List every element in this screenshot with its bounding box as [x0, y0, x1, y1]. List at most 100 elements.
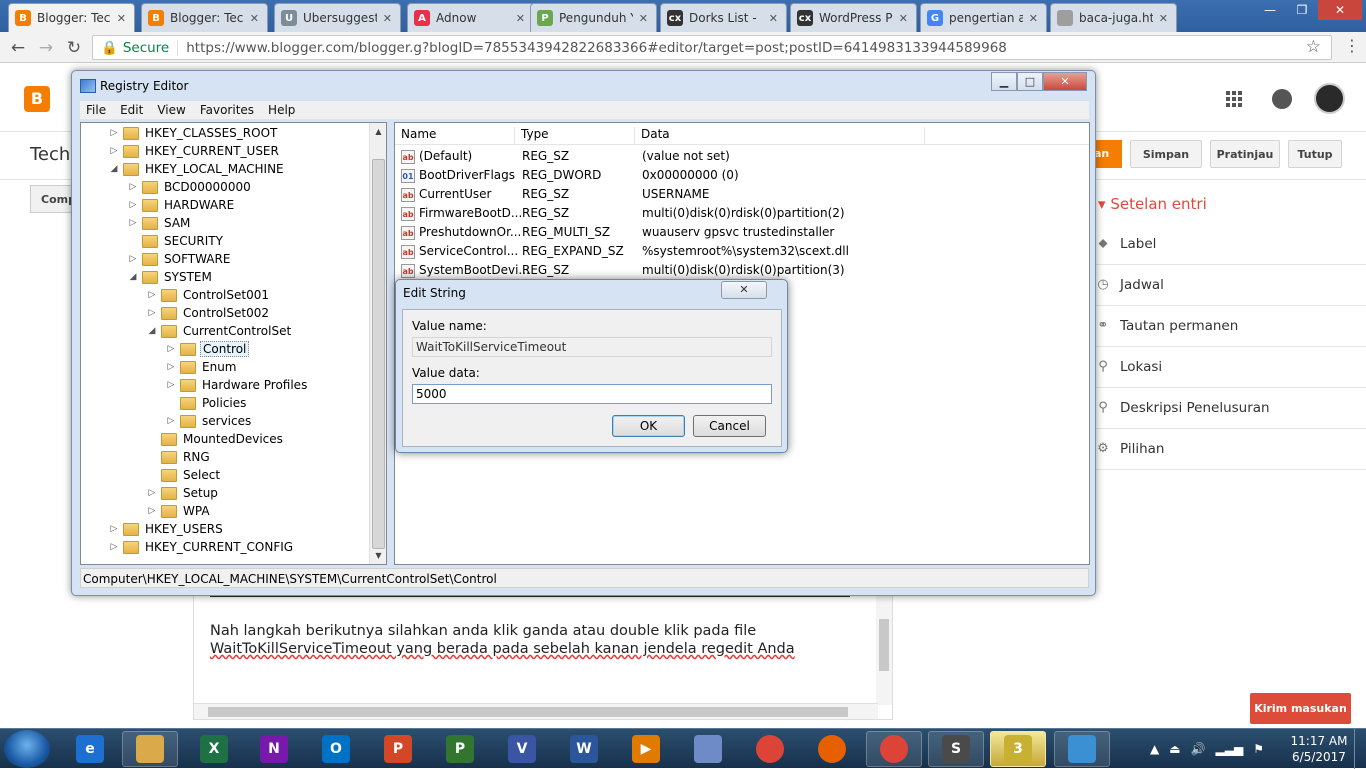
- expand-arrow-icon[interactable]: ▷: [166, 380, 176, 390]
- taskbar-button[interactable]: [742, 731, 798, 767]
- tree-node[interactable]: ◢ CurrentControlSet: [147, 322, 293, 340]
- expand-arrow-icon[interactable]: ▷: [166, 362, 176, 372]
- close-icon[interactable]: ✕: [1318, 0, 1362, 20]
- menu-item[interactable]: Edit: [120, 103, 143, 117]
- apps-grid-icon[interactable]: [1226, 91, 1242, 107]
- taskbar-button[interactable]: e: [62, 731, 118, 767]
- taskbar-button[interactable]: P: [370, 731, 426, 767]
- minimize-icon[interactable]: ▁: [991, 72, 1017, 91]
- taskbar-button[interactable]: V: [494, 731, 550, 767]
- value-row[interactable]: 01 BootDriverFlags REG_DWORD 0x00000000 (0): [395, 166, 1089, 185]
- close-post-button[interactable]: Tutup: [1288, 140, 1342, 168]
- value-row[interactable]: ab PreshutdownOr... REG_MULTI_SZ wuauserv g…: [395, 223, 1089, 242]
- blogger-logo[interactable]: B: [24, 86, 50, 112]
- tab-close-icon[interactable]: ✕: [383, 12, 392, 25]
- expand-arrow-icon[interactable]: ◢: [128, 272, 138, 282]
- tree-node[interactable]: RNG: [147, 448, 212, 466]
- browser-tab[interactable]: B Blogger: Tec ✕: [141, 3, 268, 32]
- post-title-partial[interactable]: Tech: [30, 144, 70, 165]
- tree-node[interactable]: MountedDevices: [147, 430, 285, 448]
- expand-arrow-icon[interactable]: ◢: [147, 326, 157, 336]
- value-row[interactable]: ab SystemBootDevi... REG_SZ multi(0)disk(0)…: [395, 261, 1089, 280]
- tree-scroll-thumb[interactable]: [372, 159, 385, 549]
- reload-icon[interactable]: ↻: [64, 38, 84, 58]
- settings-item[interactable]: ⚲ Lokasi: [1088, 347, 1366, 388]
- maximize-icon[interactable]: □: [1017, 72, 1043, 91]
- expand-arrow-icon[interactable]: ▷: [147, 290, 157, 300]
- save-button[interactable]: Simpan: [1130, 140, 1202, 168]
- url-text[interactable]: https://www.blogger.com/blogger.g?blogID…: [178, 40, 1007, 56]
- browser-menu-icon[interactable]: ⋮: [1344, 36, 1360, 55]
- browser-tab[interactable]: cx Dorks List - ✕: [660, 3, 787, 32]
- browser-tab[interactable]: P Pengunduh Y ✕: [530, 3, 657, 32]
- tab-close-icon[interactable]: ✕: [1029, 12, 1038, 25]
- tree-node[interactable]: ▷ SOFTWARE: [128, 250, 232, 268]
- tab-close-icon[interactable]: ✕: [769, 12, 778, 25]
- expand-arrow-icon[interactable]: ▷: [109, 146, 119, 156]
- expand-arrow-icon[interactable]: ▷: [109, 524, 119, 534]
- system-clock[interactable]: 11:17 AM 6/5/2017: [1284, 733, 1354, 765]
- notifications-bell-icon[interactable]: [1272, 89, 1292, 109]
- taskbar-button[interactable]: S: [928, 731, 984, 767]
- taskbar-button[interactable]: N: [246, 731, 302, 767]
- browser-tab[interactable]: Gpengertian a ✕: [920, 3, 1047, 32]
- value-name-field[interactable]: WaitToKillServiceTimeout: [412, 337, 772, 357]
- address-bar[interactable]: 🔒 Secure https://www.blogger.com/blogger…: [92, 35, 1332, 60]
- settings-item[interactable]: ◷ Jadwal: [1088, 265, 1366, 306]
- editor-horizontal-scrollbar[interactable]: [194, 703, 878, 719]
- value-data-field[interactable]: 5000: [412, 384, 772, 404]
- tree-node[interactable]: ▷ services: [166, 412, 253, 430]
- value-row[interactable]: ab (Default) REG_SZ (value not set): [395, 147, 1089, 166]
- settings-item[interactable]: ⚙ Pilihan: [1088, 429, 1366, 470]
- browser-tab[interactable]: baca-juga.ht ✕: [1050, 3, 1177, 32]
- post-body-text[interactable]: Nah langkah berikutnya silahkan anda kli…: [210, 622, 870, 658]
- tree-node[interactable]: ▷ HKEY_CLASSES_ROOT: [109, 124, 279, 142]
- bookmark-star-icon[interactable]: ☆: [1306, 37, 1321, 57]
- browser-tab[interactable]: B Blogger: Tec ✕: [8, 3, 135, 32]
- tab-close-icon[interactable]: ✕: [250, 12, 259, 25]
- tree-scrollbar[interactable]: ▲ ▼: [369, 123, 386, 564]
- maximize-icon[interactable]: ❐: [1286, 0, 1318, 20]
- show-hidden-icons-icon[interactable]: ▲: [1150, 742, 1159, 756]
- tree-node[interactable]: SECURITY: [128, 232, 225, 250]
- editor-vertical-scrollbar[interactable]: [876, 585, 892, 705]
- usb-icon[interactable]: ⏏: [1169, 742, 1180, 756]
- expand-arrow-icon[interactable]: ▷: [109, 128, 119, 138]
- secure-indicator[interactable]: 🔒 Secure: [93, 39, 179, 56]
- tab-close-icon[interactable]: ✕: [639, 12, 648, 25]
- back-icon[interactable]: ←: [8, 38, 28, 58]
- post-editor[interactable]: Nah langkah berikutnya silahkan anda kli…: [193, 584, 893, 720]
- tree-node[interactable]: ▷ SAM: [128, 214, 192, 232]
- expand-arrow-icon[interactable]: ▷: [128, 182, 138, 192]
- tree-node[interactable]: ▷ BCD00000000: [128, 178, 253, 196]
- tree-node[interactable]: ▷ WPA: [147, 502, 212, 520]
- taskbar-button[interactable]: [1054, 731, 1110, 767]
- expand-arrow-icon[interactable]: ▷: [109, 542, 119, 552]
- expand-arrow-icon[interactable]: ▷: [128, 200, 138, 210]
- column-type[interactable]: Type: [515, 127, 635, 145]
- taskbar-button[interactable]: [804, 731, 860, 767]
- tree-node[interactable]: ▷ HARDWARE: [128, 196, 236, 214]
- close-icon[interactable]: ✕: [1043, 72, 1087, 91]
- tree-node[interactable]: ▷ Enum: [166, 358, 238, 376]
- taskbar-button[interactable]: 3: [990, 731, 1046, 767]
- expand-arrow-icon[interactable]: ▷: [128, 218, 138, 228]
- tree-node[interactable]: ▷ HKEY_CURRENT_USER: [109, 142, 281, 160]
- tree-node[interactable]: ▷ ControlSet002: [147, 304, 271, 322]
- tab-close-icon[interactable]: ✕: [516, 12, 525, 25]
- expand-arrow-icon[interactable]: ▷: [147, 308, 157, 318]
- expand-arrow-icon[interactable]: ◢: [109, 164, 119, 174]
- expand-arrow-icon[interactable]: ▷: [147, 506, 157, 516]
- settings-item[interactable]: ⚲ Deskripsi Penelusuran: [1088, 388, 1366, 429]
- tree-node[interactable]: Select: [147, 466, 222, 484]
- scroll-up-arrow-icon[interactable]: ▲: [370, 123, 386, 140]
- tree-node[interactable]: ▷ Hardware Profiles: [166, 376, 309, 394]
- feedback-button[interactable]: Kirim masukan: [1250, 693, 1351, 724]
- tab-close-icon[interactable]: ✕: [1159, 12, 1168, 25]
- tree-node[interactable]: ▷ ControlSet001: [147, 286, 271, 304]
- action-center-flag-icon[interactable]: ⚑: [1253, 742, 1264, 756]
- settings-item[interactable]: ⬥ Label: [1088, 224, 1366, 265]
- tree-node[interactable]: Policies: [166, 394, 248, 412]
- taskbar-button[interactable]: P: [432, 731, 488, 767]
- value-row[interactable]: ab FirmwareBootD... REG_SZ multi(0)disk(0)r…: [395, 204, 1089, 223]
